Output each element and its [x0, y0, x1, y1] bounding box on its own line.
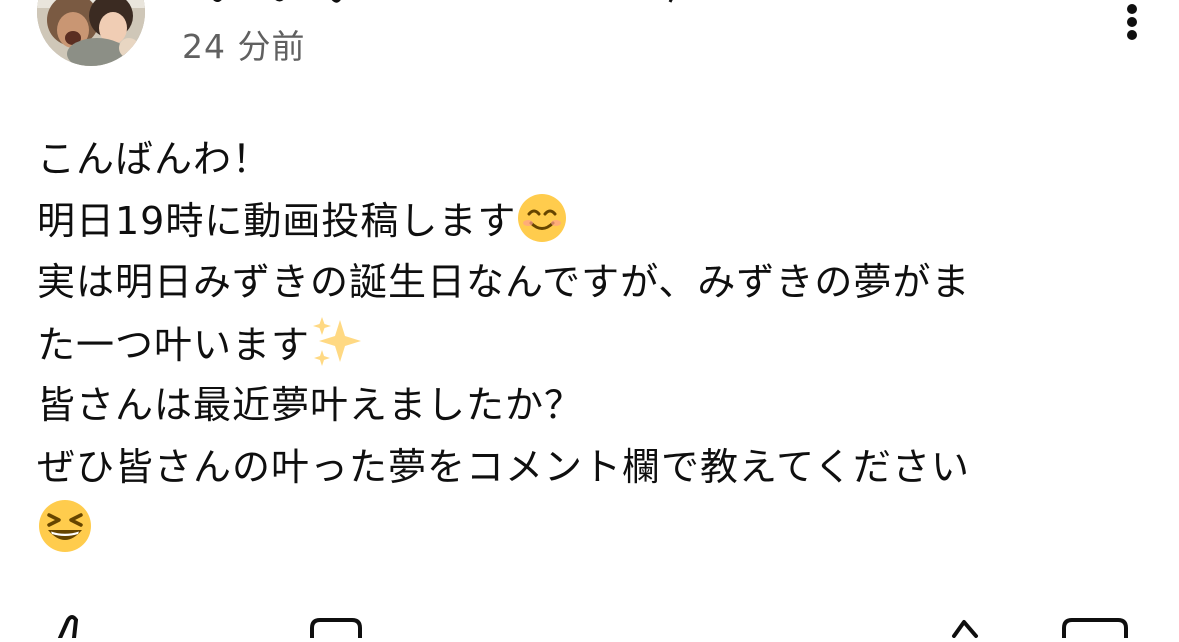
post-line-text: た一つ叶います	[37, 322, 311, 367]
comment-icon	[310, 618, 362, 640]
post-header: 24 分前	[0, 0, 1179, 100]
more-vert-icon-dot	[1127, 30, 1137, 40]
like-button[interactable]	[52, 614, 92, 642]
post-text: こんばんわ！ 明日19時に動画投稿します 実は明日みずきの誕生日なんですが、みず…	[37, 129, 1137, 560]
post-line-text: ぜひ皆さんの叶った夢をコメント欄で教えてください	[37, 444, 970, 489]
extra-action-button[interactable]	[1060, 614, 1130, 642]
post-line: た一つ叶います	[37, 314, 1137, 376]
post-line: 実は明日みずきの誕生日なんですが、みずきの夢がま	[37, 252, 1137, 314]
share-icon	[952, 620, 978, 638]
post-line-text: 実は明日みずきの誕生日なんですが、みずきの夢がま	[37, 260, 971, 304]
post-action-bar	[0, 600, 1179, 640]
post-line	[37, 498, 1137, 560]
post-timestamp: 24 分前	[182, 27, 306, 66]
more-vert-icon	[1127, 4, 1137, 14]
post-line-text: こんばんわ！	[37, 137, 272, 181]
post-line: こんばんわ！	[37, 129, 1137, 191]
channel-name[interactable]	[182, 0, 702, 6]
more-options-button[interactable]	[1108, 0, 1156, 48]
post-line: ぜひ皆さんの叶った夢をコメント欄で教えてください	[37, 437, 1137, 499]
more-vert-icon-dot	[1127, 17, 1137, 27]
post-line-text: 明日19時に動画投稿します	[37, 198, 517, 243]
grinning-squinting-face-emoji	[37, 498, 93, 573]
square-icon	[1062, 618, 1128, 640]
comment-button[interactable]	[306, 614, 366, 642]
thumbs-up-icon	[58, 615, 79, 640]
share-button[interactable]	[950, 614, 980, 642]
post-line-text: 皆さんは最近夢叶えましたか？	[37, 383, 584, 427]
post-line: 明日19時に動画投稿します	[37, 191, 1137, 253]
post-line: 皆さんは最近夢叶えましたか？	[37, 375, 1137, 437]
avatar[interactable]	[37, 0, 145, 66]
